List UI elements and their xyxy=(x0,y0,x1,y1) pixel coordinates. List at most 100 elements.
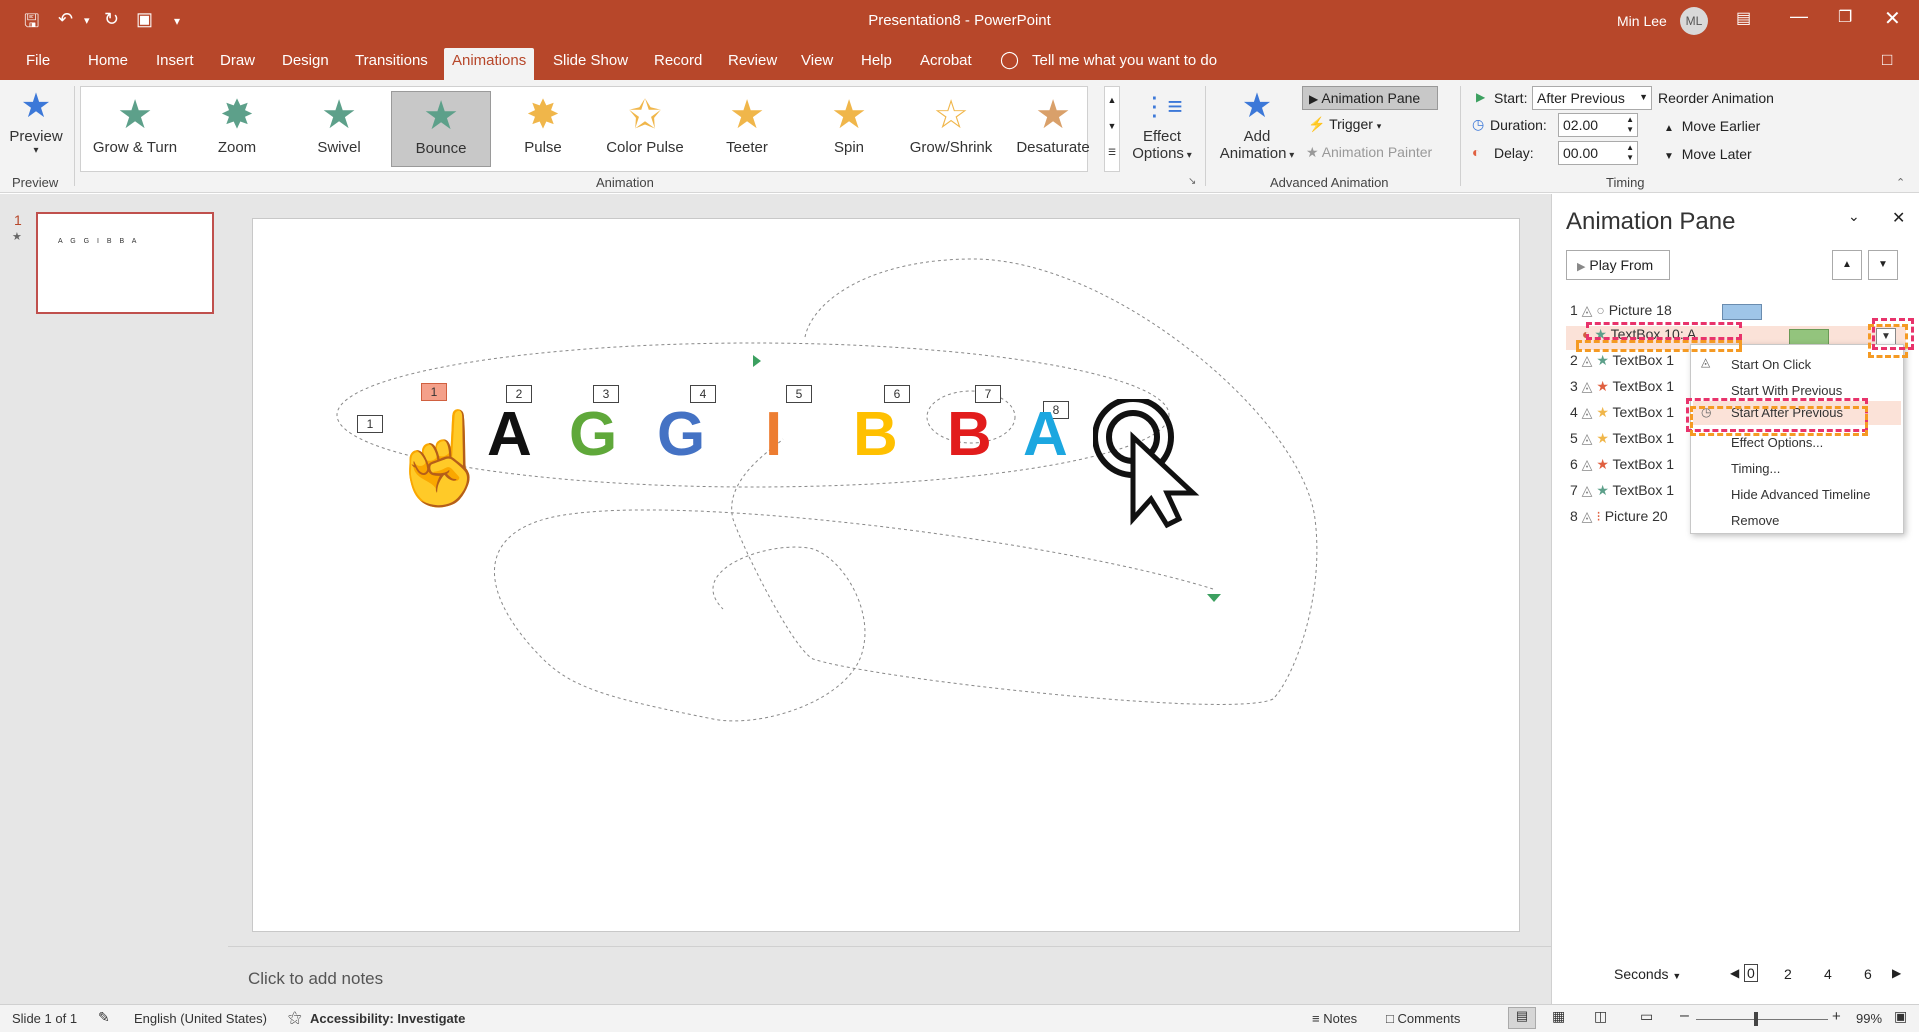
list-item[interactable]: 4 ◬ ★ TextBox 1 xyxy=(1570,404,1674,428)
gallery-label: Grow/Shrink xyxy=(909,139,993,156)
tab-record[interactable]: Record xyxy=(654,52,702,69)
tab-draw[interactable]: Draw xyxy=(220,52,255,69)
gallery-item-grow-shrink[interactable]: ☆ Grow/Shrink xyxy=(901,91,1001,167)
chevron-down-icon[interactable]: ⌄ xyxy=(1848,208,1860,225)
slideshow-icon[interactable]: ▭ xyxy=(1640,1008,1653,1025)
move-later-button[interactable]: ▼ Move Later xyxy=(1664,146,1752,162)
spin-icon: ★ xyxy=(831,93,867,137)
reading-view-icon[interactable]: ◫ xyxy=(1594,1008,1607,1025)
zoom-in-icon[interactable]: + xyxy=(1832,1008,1841,1025)
start-select[interactable]: After Previous ▼ xyxy=(1532,86,1652,110)
timeline-right-icon[interactable]: ▶ xyxy=(1892,966,1901,980)
spellcheck-icon[interactable]: ✎ xyxy=(98,1009,110,1026)
move-up-button[interactable]: ▲ xyxy=(1832,250,1862,280)
delay-stepper[interactable]: 00.00 ▲ ▼ xyxy=(1558,141,1638,165)
fit-slide-icon[interactable]: ▣ xyxy=(1894,1008,1907,1025)
list-item[interactable]: 3 ◬ ★ TextBox 1 xyxy=(1570,378,1674,402)
animation-painter-button[interactable]: ★ Animation Painter xyxy=(1306,144,1432,161)
normal-view-icon[interactable]: ▤ xyxy=(1508,1007,1536,1029)
list-item[interactable]: 2 ◬ ★ TextBox 1 xyxy=(1570,352,1674,376)
slide-letter[interactable]: G xyxy=(657,399,705,470)
tab-transitions[interactable]: Transitions xyxy=(355,52,428,69)
tab-view[interactable]: View xyxy=(801,52,833,69)
click-cursor-icon[interactable] xyxy=(1093,399,1203,529)
duration-stepper[interactable]: 02.00 ▲ ▼ xyxy=(1558,113,1638,137)
effect-options-button[interactable]: ⋮≡ Effect Options ▾ xyxy=(1124,86,1200,162)
list-item[interactable]: 7 ◬ ★ TextBox 1 xyxy=(1570,482,1674,506)
restore-icon[interactable]: ❐ xyxy=(1838,7,1852,27)
tab-slide-show[interactable]: Slide Show xyxy=(553,52,628,69)
tab-review[interactable]: Review xyxy=(728,52,777,69)
menu-item-remove[interactable]: Remove xyxy=(1731,513,1779,528)
zoom-icon: ✸ xyxy=(220,93,254,137)
tab-file[interactable]: File xyxy=(26,52,50,69)
animation-pane-button[interactable]: ▶ Animation Pane xyxy=(1302,86,1438,110)
tab-acrobat[interactable]: Acrobat xyxy=(920,52,972,69)
move-earlier-button[interactable]: ▲ Move Earlier xyxy=(1664,118,1760,134)
move-down-button[interactable]: ▼ xyxy=(1868,250,1898,280)
notes-pane[interactable]: Click to add notes xyxy=(228,946,1551,1004)
list-item[interactable]: 8 ◬ ⁝ Picture 20 xyxy=(1570,508,1668,532)
gallery-item-zoom[interactable]: ✸ Zoom xyxy=(187,91,287,167)
gallery-item-grow-turn[interactable]: ★ Grow & Turn xyxy=(85,91,185,167)
avatar[interactable]: ML xyxy=(1680,7,1708,35)
add-animation-button[interactable]: ★ Add Animation ▾ xyxy=(1210,86,1304,162)
slide-letter[interactable]: B xyxy=(947,399,992,470)
tab-help[interactable]: Help xyxy=(861,52,892,69)
close-icon[interactable]: ✕ xyxy=(1892,208,1905,228)
menu-item-start-with-previous[interactable]: Start With Previous xyxy=(1731,383,1842,398)
notes-button[interactable]: ≡ Notes xyxy=(1312,1011,1357,1026)
row-number: 3 xyxy=(1570,378,1578,394)
menu-item-hide-advanced-timeline[interactable]: Hide Advanced Timeline xyxy=(1731,487,1870,502)
list-item[interactable]: 5 ◬ ★ TextBox 1 xyxy=(1570,430,1674,454)
slide-letter[interactable]: A xyxy=(487,399,532,470)
slide-canvas[interactable]: 1 1 2 3 4 5 6 7 8 ☝ A G G I B B A xyxy=(252,218,1520,932)
tab-animations[interactable]: Animations xyxy=(444,48,535,80)
tab-design[interactable]: Design xyxy=(282,52,329,69)
minimize-icon[interactable]: — xyxy=(1790,6,1808,27)
play-from-button[interactable]: ▶ Play From xyxy=(1566,250,1670,280)
accessibility-status[interactable]: Accessibility: Investigate xyxy=(310,1011,465,1026)
slide-letter[interactable]: G xyxy=(569,399,617,470)
gallery-item-swivel[interactable]: ★ Swivel xyxy=(289,91,389,167)
dialog-launcher-icon[interactable]: ↘ xyxy=(1188,176,1196,187)
zoom-out-icon[interactable]: – xyxy=(1680,1007,1689,1025)
slide-sorter-icon[interactable]: ▦ xyxy=(1552,1008,1565,1025)
preview-button[interactable]: ★ Preview ▾ xyxy=(6,86,66,156)
tab-home[interactable]: Home xyxy=(88,52,128,69)
ribbon-display-icon[interactable]: ▤ xyxy=(1736,8,1751,28)
animation-painter-label: Animation Painter xyxy=(1321,144,1433,160)
slide-thumbnail[interactable]: A G G I B B A xyxy=(36,212,214,314)
collapse-ribbon-icon[interactable]: ⌃ xyxy=(1896,176,1905,189)
gallery-item-bounce[interactable]: ★ Bounce xyxy=(391,91,491,167)
zoom-slider[interactable] xyxy=(1696,1019,1828,1020)
timeline-tick: 4 xyxy=(1824,966,1832,982)
seconds-dropdown[interactable]: Seconds ▼ xyxy=(1614,966,1681,982)
list-item[interactable]: 6 ◬ ★ TextBox 1 xyxy=(1570,456,1674,480)
ribbon: ★ Preview ▾ Preview ★ Grow & Turn ✸ Zoom ★… xyxy=(0,80,1919,193)
trigger-button[interactable]: ⚡ Trigger ▾ xyxy=(1308,116,1381,133)
menu-item-start-on-click[interactable]: Start On Click xyxy=(1731,357,1811,372)
zoom-slider-thumb[interactable] xyxy=(1754,1012,1758,1026)
gallery-item-teeter[interactable]: ★ Teeter xyxy=(697,91,797,167)
gallery-item-pulse[interactable]: ✸ Pulse xyxy=(493,91,593,167)
slide-letter[interactable]: A xyxy=(1023,399,1068,470)
gallery-item-spin[interactable]: ★ Spin xyxy=(799,91,899,167)
gallery-item-desaturate[interactable]: ★ Desaturate xyxy=(1003,91,1103,167)
path-end-marker xyxy=(1207,594,1221,602)
tab-insert[interactable]: Insert xyxy=(156,52,194,69)
hand-pointer-icon[interactable]: ☝ xyxy=(385,409,497,509)
slide-letter[interactable]: I xyxy=(765,399,782,470)
language-indicator[interactable]: English (United States) xyxy=(134,1011,267,1026)
slide-letter[interactable]: B xyxy=(853,399,898,470)
close-icon[interactable]: ✕ xyxy=(1884,6,1901,31)
comments-button[interactable]: □ Comments xyxy=(1386,1011,1460,1026)
menu-item-timing[interactable]: Timing... xyxy=(1731,461,1780,476)
timeline-left-icon[interactable]: ◀ xyxy=(1730,966,1739,980)
gallery-scroll[interactable]: ▲ ▼ ☰ xyxy=(1104,86,1120,172)
menu-item-effect-options[interactable]: Effect Options... xyxy=(1731,435,1823,450)
gallery-item-color-pulse[interactable]: ✩ Color Pulse xyxy=(595,91,695,167)
zoom-level[interactable]: 99% xyxy=(1856,1011,1882,1026)
comments-icon[interactable]: □ xyxy=(1882,50,1892,70)
tell-me-search[interactable]: Tell me what you want to do xyxy=(1032,52,1217,69)
